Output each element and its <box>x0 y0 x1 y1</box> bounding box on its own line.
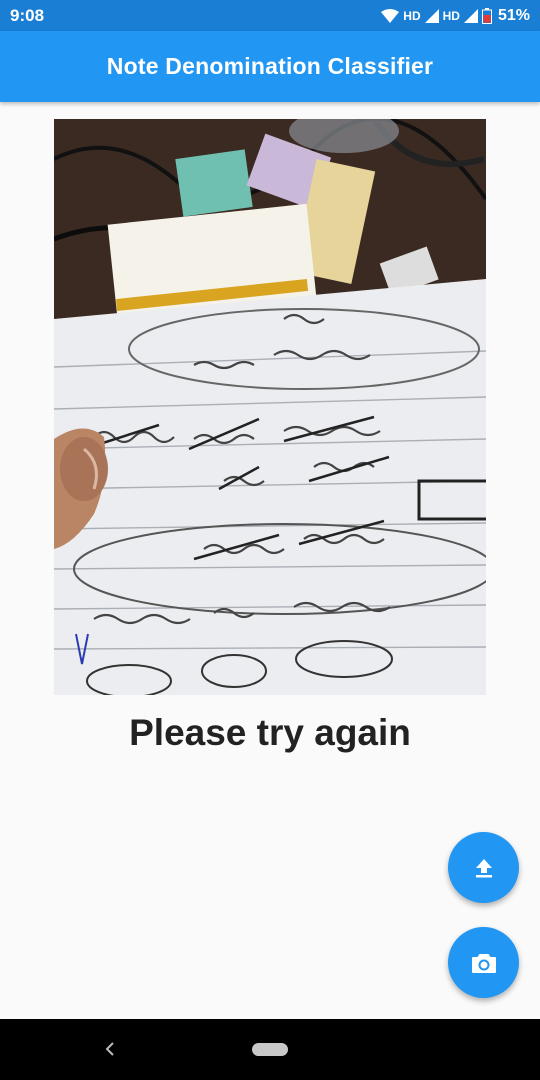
app-title: Note Denomination Classifier <box>106 53 434 79</box>
battery-icon <box>481 7 492 24</box>
signal-icon-2 <box>463 8 478 23</box>
result-text: Please try again <box>129 712 411 753</box>
wifi-icon <box>381 8 400 23</box>
upload-button[interactable] <box>448 832 519 903</box>
signal-icon <box>424 8 439 23</box>
app-bar: Note Denomination Classifier <box>0 31 540 102</box>
navigation-bar <box>0 1019 540 1080</box>
camera-icon <box>471 953 496 973</box>
camera-button[interactable] <box>448 927 519 998</box>
battery-percent: 51% <box>497 6 530 24</box>
status-bar: 9:08 HD HD 51% <box>0 0 540 31</box>
status-icons: HD HD 51% <box>381 7 530 25</box>
status-time: 9:08 <box>10 5 45 25</box>
network-label-2: HD <box>442 8 460 23</box>
home-pill[interactable] <box>252 1043 288 1056</box>
captured-photo <box>54 119 486 695</box>
back-icon[interactable] <box>98 1037 122 1061</box>
network-label-1: HD <box>403 8 421 23</box>
upload-icon <box>475 858 492 877</box>
